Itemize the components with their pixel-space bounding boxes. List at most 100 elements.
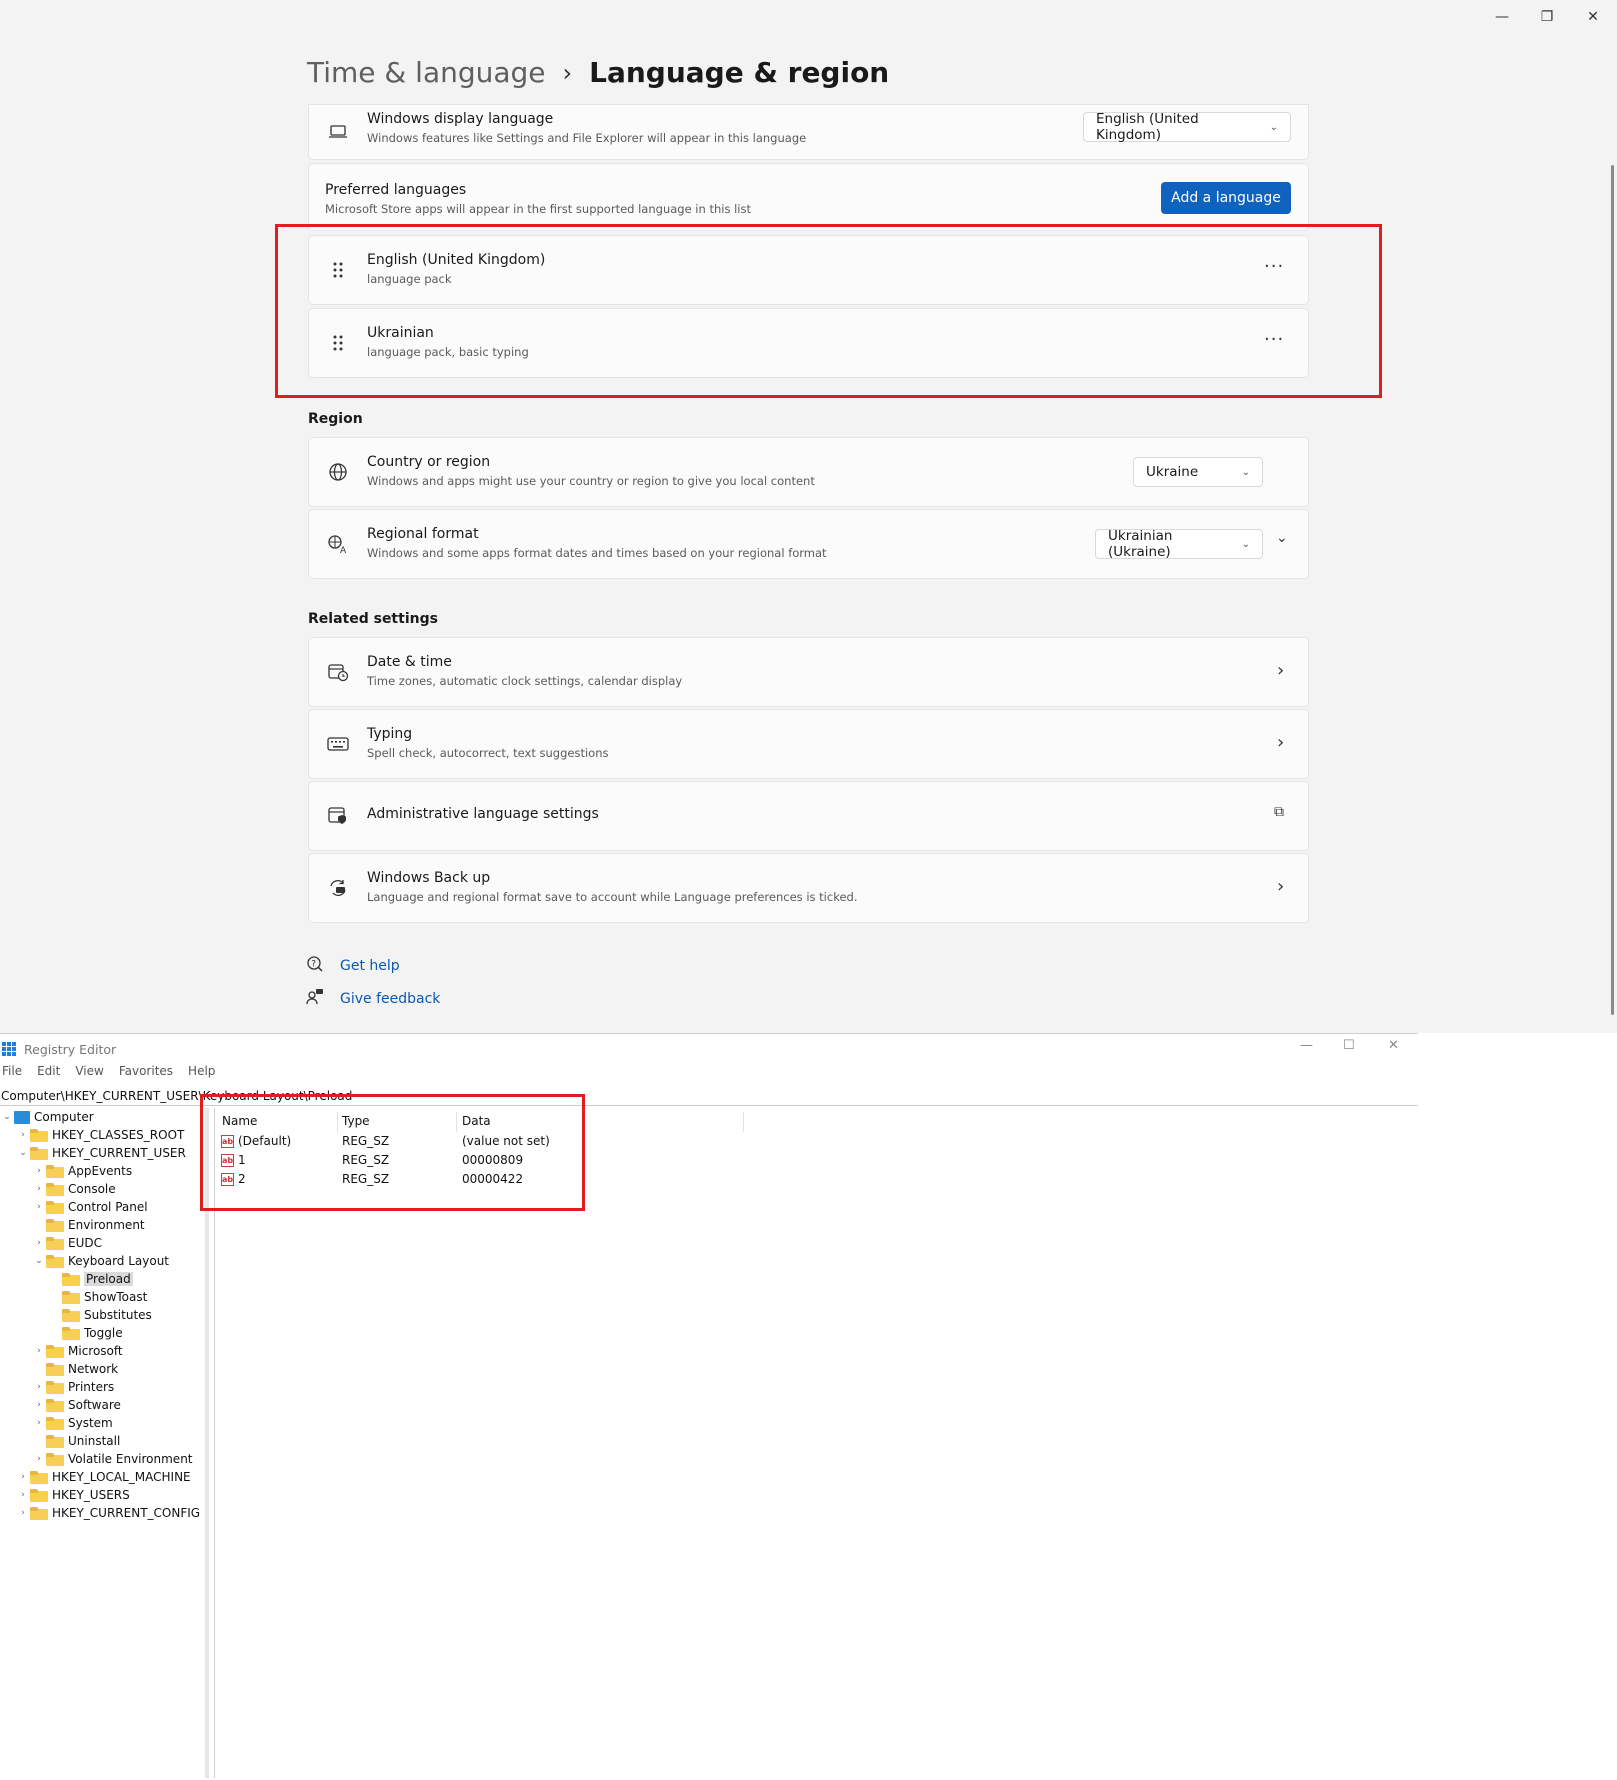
scrollbar[interactable] xyxy=(1611,165,1614,1015)
tree-node-network[interactable]: Network xyxy=(32,1360,118,1378)
tree-label: Toggle xyxy=(84,1326,123,1340)
expand-chevron-icon[interactable]: › xyxy=(16,1490,30,1500)
close-button[interactable]: ✕ xyxy=(1571,4,1615,30)
tree-node-eudc[interactable]: › EUDC xyxy=(32,1234,102,1252)
page-title: Language & region xyxy=(589,56,890,89)
registry-maximize-button[interactable]: ☐ xyxy=(1343,1038,1355,1053)
tree-label: Volatile Environment xyxy=(68,1452,193,1466)
folder-icon xyxy=(46,1344,64,1358)
registry-editor-window: Registry Editor — ☐ ✕ File Edit View Fav… xyxy=(0,1033,1418,1780)
display-language-dropdown[interactable]: English (United Kingdom) ⌄ xyxy=(1083,111,1291,143)
give-feedback-link[interactable]: Give feedback xyxy=(306,988,440,1010)
tree-node-preload[interactable]: Preload xyxy=(48,1270,133,1288)
add-language-button[interactable]: Add a language xyxy=(1161,182,1291,214)
tree-label: Software xyxy=(68,1398,121,1412)
expand-chevron-icon[interactable]: › xyxy=(32,1166,46,1176)
get-help-label: Get help xyxy=(340,958,400,974)
related-typing[interactable]: Typing Spell check, autocorrect, text su… xyxy=(308,709,1309,779)
folder-icon xyxy=(62,1272,80,1286)
tree-node-showtoast[interactable]: ShowToast xyxy=(48,1288,147,1306)
tree-node-appevents[interactable]: › AppEvents xyxy=(32,1162,132,1180)
menu-favorites[interactable]: Favorites xyxy=(119,1064,173,1084)
related-desc: Language and regional format save to acc… xyxy=(367,890,858,904)
collapse-chevron-icon[interactable]: ⌄ xyxy=(32,1256,46,1266)
tree-node-hkcu[interactable]: ⌄ HKEY_CURRENT_USER xyxy=(16,1144,186,1162)
collapse-chevron-icon[interactable]: ⌄ xyxy=(16,1148,30,1158)
related-windows-backup[interactable]: Windows Back up Language and regional fo… xyxy=(308,853,1309,923)
chevron-down-icon: ⌄ xyxy=(1269,121,1278,133)
tree-node-control-panel[interactable]: › Control Panel xyxy=(32,1198,147,1216)
expand-chevron-icon[interactable]: › xyxy=(32,1238,46,1248)
tree-node-hku[interactable]: › HKEY_USERS xyxy=(16,1486,130,1504)
column-divider[interactable] xyxy=(743,1112,744,1132)
tree-label-selected: Preload xyxy=(84,1272,133,1286)
tree-label: Substitutes xyxy=(84,1308,152,1322)
feedback-icon xyxy=(306,988,328,1010)
restore-button[interactable]: ❐ xyxy=(1525,4,1569,30)
registry-tree: ⌄ Computer › HKEY_CLASSES_ROOT ⌄ HKEY_CURRE… xyxy=(0,1108,209,1778)
folder-icon xyxy=(30,1146,48,1160)
tree-node-computer[interactable]: ⌄ Computer xyxy=(0,1108,93,1126)
tree-node-printers[interactable]: › Printers xyxy=(32,1378,114,1396)
expand-chevron-icon[interactable]: › xyxy=(32,1418,46,1428)
tree-node-uninstall[interactable]: Uninstall xyxy=(32,1432,120,1450)
regional-format-icon: A xyxy=(327,533,349,555)
expand-chevron-icon[interactable]: › xyxy=(16,1130,30,1140)
expand-chevron-icon[interactable]: › xyxy=(32,1202,46,1212)
expand-chevron-icon[interactable]: › xyxy=(32,1382,46,1392)
highlight-box xyxy=(275,224,1382,398)
expand-chevron-icon[interactable]: › xyxy=(16,1472,30,1482)
tree-node-hkcc[interactable]: › HKEY_CURRENT_CONFIG xyxy=(16,1504,200,1522)
related-settings-label: Related settings xyxy=(308,611,438,627)
tree-node-keyboard-layout[interactable]: ⌄ Keyboard Layout xyxy=(32,1252,169,1270)
expand-chevron-icon[interactable]: › xyxy=(32,1454,46,1464)
svg-text:A: A xyxy=(340,546,347,554)
registry-close-button[interactable]: ✕ xyxy=(1388,1038,1399,1053)
keyboard-icon xyxy=(327,733,349,755)
globe-icon xyxy=(327,461,349,483)
tree-label: AppEvents xyxy=(68,1164,133,1178)
tree-node-environment[interactable]: Environment xyxy=(32,1216,145,1234)
folder-icon xyxy=(46,1182,64,1196)
related-date-time[interactable]: Date & time Time zones, automatic clock … xyxy=(308,637,1309,707)
display-language-value: English (United Kingdom) xyxy=(1096,111,1199,143)
regional-format-dropdown[interactable]: Ukrainian (Ukraine) ⌄ xyxy=(1095,528,1263,560)
tree-node-hkcr[interactable]: › HKEY_CLASSES_ROOT xyxy=(16,1126,184,1144)
registry-minimize-button[interactable]: — xyxy=(1300,1038,1313,1053)
tree-node-system[interactable]: › System xyxy=(32,1414,113,1432)
country-dropdown[interactable]: Ukraine ⌄ xyxy=(1133,457,1263,487)
expand-chevron-icon[interactable]: ⌄ xyxy=(1276,530,1288,546)
expand-chevron-icon[interactable]: › xyxy=(32,1184,46,1194)
related-title: Windows Back up xyxy=(367,870,491,886)
get-help-link[interactable]: ? Get help xyxy=(306,955,400,977)
regional-format-title: Regional format xyxy=(367,526,479,542)
menu-file[interactable]: File xyxy=(2,1064,22,1084)
expand-chevron-icon[interactable]: › xyxy=(32,1400,46,1410)
breadcrumb-parent[interactable]: Time & language xyxy=(307,56,546,89)
folder-icon xyxy=(46,1416,64,1430)
menu-help[interactable]: Help xyxy=(188,1064,215,1084)
preferred-languages-title: Preferred languages xyxy=(325,182,467,198)
folder-icon xyxy=(62,1308,80,1322)
tree-node-volatile-environment[interactable]: › Volatile Environment xyxy=(32,1450,193,1468)
related-desc: Spell check, autocorrect, text suggestio… xyxy=(367,746,609,760)
related-title: Administrative language settings xyxy=(367,806,599,822)
minimize-button[interactable]: — xyxy=(1480,4,1524,30)
expand-chevron-icon[interactable]: › xyxy=(32,1346,46,1356)
laptop-icon xyxy=(327,121,349,143)
menu-edit[interactable]: Edit xyxy=(37,1064,60,1084)
tree-node-toggle[interactable]: Toggle xyxy=(48,1324,123,1342)
tree-node-substitutes[interactable]: Substitutes xyxy=(48,1306,152,1324)
tree-node-microsoft[interactable]: › Microsoft xyxy=(32,1342,122,1360)
expand-chevron-icon[interactable]: › xyxy=(16,1508,30,1518)
related-admin-language[interactable]: Administrative language settings ⧉ xyxy=(308,781,1309,851)
tree-node-software[interactable]: › Software xyxy=(32,1396,121,1414)
collapse-chevron-icon[interactable]: ⌄ xyxy=(0,1112,14,1122)
chevron-right-icon: › xyxy=(1277,876,1285,897)
related-desc: Time zones, automatic clock settings, ca… xyxy=(367,674,683,688)
tree-node-console[interactable]: › Console xyxy=(32,1180,115,1198)
folder-icon xyxy=(62,1326,80,1340)
tree-node-hklm[interactable]: › HKEY_LOCAL_MACHINE xyxy=(16,1468,190,1486)
menu-view[interactable]: View xyxy=(75,1064,103,1084)
display-language-card: Windows display language Windows feature… xyxy=(308,104,1309,160)
